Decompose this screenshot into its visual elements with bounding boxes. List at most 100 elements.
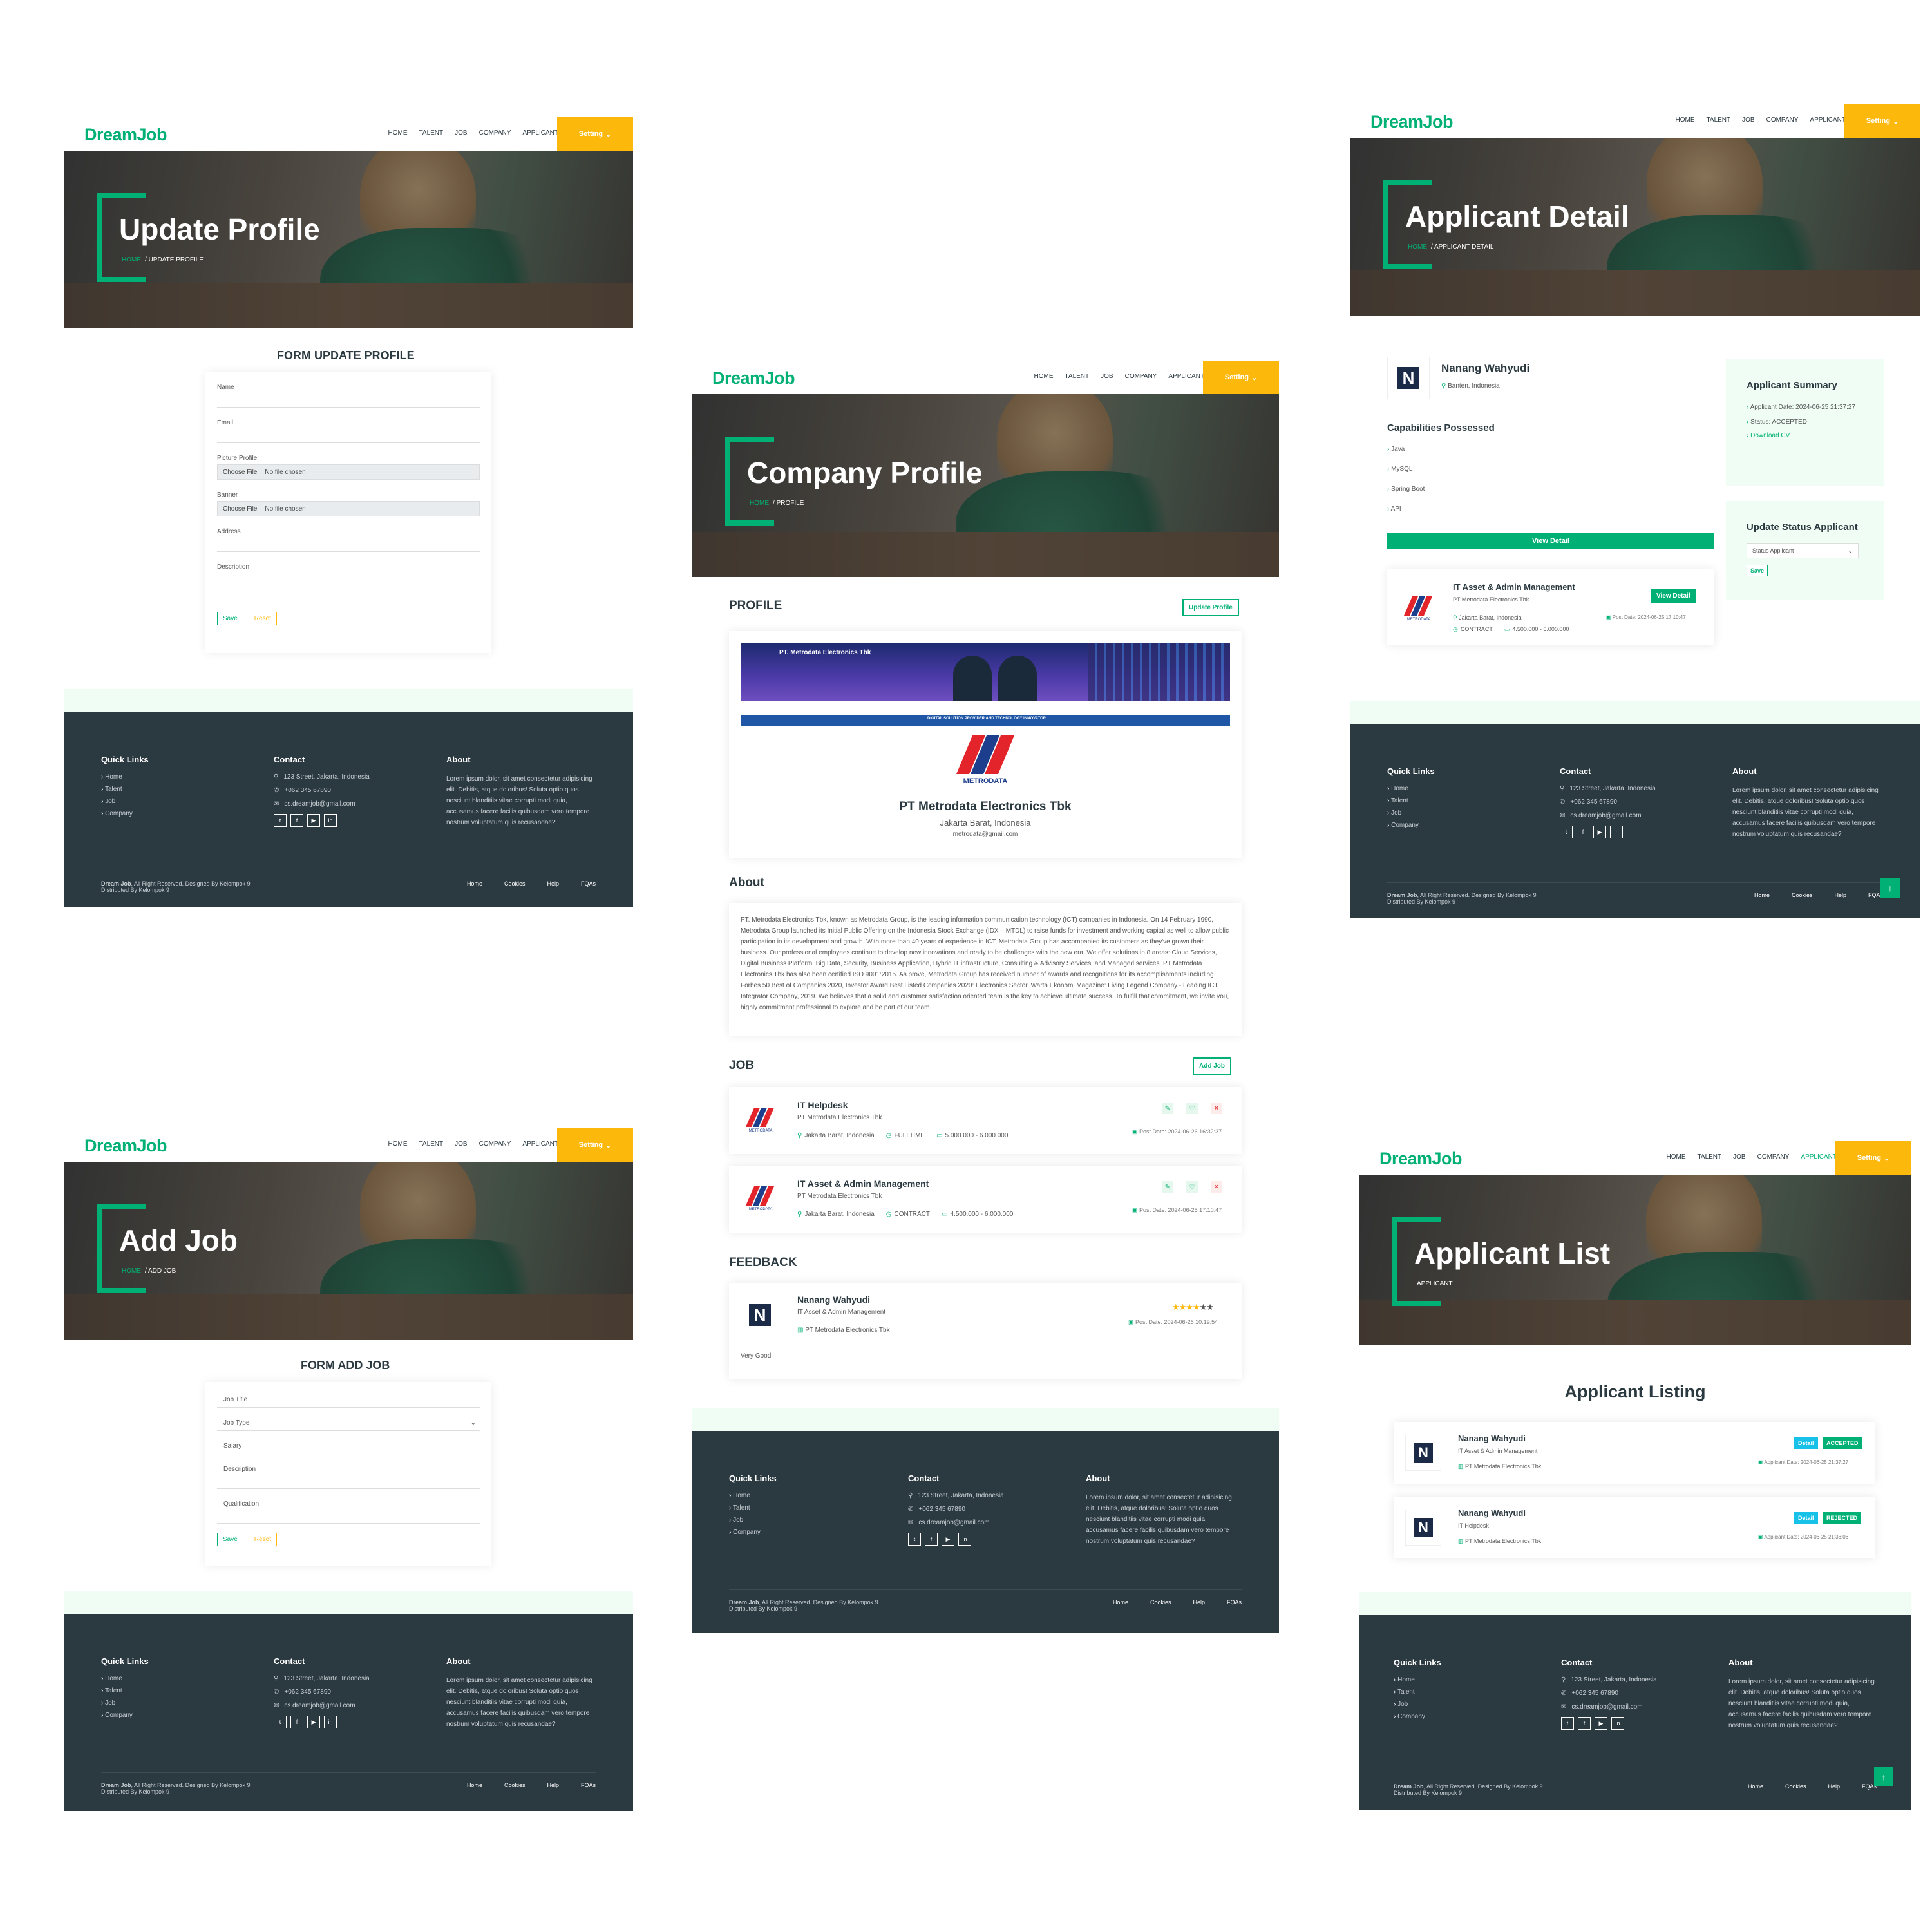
logo[interactable]: DreamJob	[84, 1136, 167, 1156]
job-card[interactable]: METRODATA IT Helpdesk PT Metrodata Elect…	[729, 1087, 1242, 1154]
name-field[interactable]	[217, 393, 480, 408]
footer-link-job[interactable]: Job	[101, 798, 149, 805]
bottom-link-cookies[interactable]: Cookies	[1785, 1783, 1806, 1790]
bottom-link-cookies[interactable]: Cookies	[1792, 892, 1813, 898]
linkedin-icon[interactable]: in	[324, 1716, 337, 1728]
bottom-link-cookies[interactable]: Cookies	[1150, 1599, 1171, 1605]
breadcrumb-home[interactable]: HOME	[122, 1267, 141, 1274]
youtube-icon[interactable]: ▶	[307, 814, 320, 827]
nav-company[interactable]: COMPANY	[479, 129, 511, 137]
bottom-link-home[interactable]: Home	[467, 880, 482, 887]
nav-talent[interactable]: TALENT	[1698, 1153, 1722, 1160]
nav-company[interactable]: COMPANY	[1125, 373, 1157, 380]
update-profile-button[interactable]: Update Profile	[1182, 599, 1239, 616]
back-to-top-button[interactable]: ↑	[1880, 878, 1900, 898]
nav-applicant[interactable]: APPLICANT	[522, 129, 558, 137]
download-cv-link[interactable]: Download CV	[1750, 432, 1790, 439]
youtube-icon[interactable]: ▶	[1595, 1717, 1607, 1730]
nav-applicant[interactable]: APPLICANT	[522, 1141, 558, 1148]
setting-dropdown[interactable]: Setting ⌄	[557, 1128, 633, 1162]
bottom-link-cookies[interactable]: Cookies	[504, 1782, 526, 1788]
applicant-card[interactable]: N Nanang Wahyudi IT Asset & Admin Manage…	[1394, 1422, 1875, 1484]
bottom-link-help[interactable]: Help	[1828, 1783, 1840, 1790]
bottom-link-fqas[interactable]: FQAs	[1227, 1599, 1242, 1605]
nav-home[interactable]: HOME	[1034, 373, 1054, 380]
twitter-icon[interactable]: t	[1561, 1717, 1574, 1730]
copyright-brand[interactable]: Dream Job	[729, 1599, 759, 1605]
salary-field[interactable]: Salary	[217, 1440, 480, 1454]
footer-link-home[interactable]: Home	[101, 1675, 149, 1682]
bottom-link-help[interactable]: Help	[547, 880, 559, 887]
bottom-link-cookies[interactable]: Cookies	[504, 880, 526, 887]
nav-talent[interactable]: TALENT	[419, 1141, 444, 1148]
detail-button[interactable]: Detail	[1794, 1437, 1818, 1449]
footer-link-job[interactable]: Job	[729, 1517, 777, 1524]
youtube-icon[interactable]: ▶	[942, 1533, 954, 1546]
job-title[interactable]: IT Asset & Admin Management	[1453, 582, 1575, 592]
bottom-link-home[interactable]: Home	[1754, 892, 1770, 898]
view-detail-button[interactable]: View Detail	[1387, 533, 1714, 549]
copyright-brand[interactable]: Dream Job	[1387, 892, 1417, 898]
breadcrumb-home[interactable]: HOME	[750, 500, 769, 507]
footer-link-home[interactable]: Home	[1394, 1676, 1441, 1683]
footer-link-talent[interactable]: Talent	[1394, 1689, 1441, 1696]
footer-link-home[interactable]: Home	[1387, 785, 1435, 792]
linkedin-icon[interactable]: in	[958, 1533, 971, 1546]
footer-link-job[interactable]: Job	[1394, 1701, 1441, 1708]
linkedin-icon[interactable]: in	[1610, 826, 1623, 838]
nav-job[interactable]: JOB	[455, 129, 467, 137]
qualification-field[interactable]: Qualification	[217, 1498, 480, 1524]
logo[interactable]: DreamJob	[1370, 112, 1454, 132]
email-field[interactable]	[217, 429, 480, 443]
facebook-icon[interactable]: f	[1578, 1717, 1591, 1730]
footer-link-company[interactable]: Company	[729, 1529, 777, 1536]
footer-link-home[interactable]: Home	[729, 1492, 777, 1499]
job-title-field[interactable]: Job Title	[217, 1394, 480, 1408]
heart-icon[interactable]: ♡	[1186, 1103, 1198, 1114]
nav-applicant[interactable]: APPLICANT	[1801, 1153, 1837, 1160]
job-card[interactable]: METRODATA IT Asset & Admin Management PT…	[1387, 569, 1714, 645]
description-field[interactable]	[217, 573, 480, 600]
nav-talent[interactable]: TALENT	[1707, 117, 1731, 124]
nav-job[interactable]: JOB	[455, 1141, 467, 1148]
youtube-icon[interactable]: ▶	[307, 1716, 320, 1728]
bottom-link-home[interactable]: Home	[1113, 1599, 1128, 1605]
nav-job[interactable]: JOB	[1742, 117, 1754, 124]
twitter-icon[interactable]: t	[274, 1716, 287, 1728]
setting-dropdown[interactable]: Setting ⌄	[557, 117, 633, 151]
save-button[interactable]: Save	[217, 1533, 243, 1546]
bottom-link-help[interactable]: Help	[1193, 1599, 1205, 1605]
facebook-icon[interactable]: f	[1577, 826, 1589, 838]
reset-button[interactable]: Reset	[248, 612, 277, 625]
job-title[interactable]: IT Helpdesk	[797, 1100, 848, 1110]
bottom-link-fqas[interactable]: FQAs	[581, 880, 596, 887]
nav-job[interactable]: JOB	[1733, 1153, 1745, 1160]
footer-link-talent[interactable]: Talent	[101, 786, 149, 793]
save-button[interactable]: Save	[217, 612, 243, 625]
twitter-icon[interactable]: t	[908, 1533, 921, 1546]
nav-talent[interactable]: TALENT	[419, 129, 444, 137]
banner-file-input[interactable]: Choose File No file chosen	[217, 501, 480, 516]
save-button[interactable]: Save	[1747, 565, 1768, 576]
logo[interactable]: DreamJob	[84, 125, 167, 145]
setting-dropdown[interactable]: Setting ⌄	[1844, 104, 1920, 138]
footer-link-talent[interactable]: Talent	[729, 1504, 777, 1511]
job-type-select[interactable]: Job Type ⌄	[217, 1417, 480, 1431]
nav-company[interactable]: COMPANY	[1766, 117, 1799, 124]
footer-link-company[interactable]: Company	[1394, 1713, 1441, 1720]
nav-applicant[interactable]: APPLICANT	[1810, 117, 1846, 124]
linkedin-icon[interactable]: in	[324, 814, 337, 827]
copyright-brand[interactable]: Dream Job	[1394, 1783, 1424, 1790]
reset-button[interactable]: Reset	[248, 1533, 277, 1546]
edit-icon[interactable]: ✎	[1162, 1103, 1173, 1114]
logo[interactable]: DreamJob	[1379, 1149, 1463, 1169]
edit-icon[interactable]: ✎	[1162, 1181, 1173, 1193]
address-field[interactable]	[217, 538, 480, 552]
setting-dropdown[interactable]: Setting ⌄	[1203, 361, 1279, 394]
back-to-top-button[interactable]: ↑	[1874, 1767, 1893, 1786]
footer-link-job[interactable]: Job	[1387, 810, 1435, 817]
bottom-link-home[interactable]: Home	[467, 1782, 482, 1788]
nav-company[interactable]: COMPANY	[479, 1141, 511, 1148]
choose-file-button[interactable]: Choose File	[223, 506, 257, 513]
linkedin-icon[interactable]: in	[1611, 1717, 1624, 1730]
